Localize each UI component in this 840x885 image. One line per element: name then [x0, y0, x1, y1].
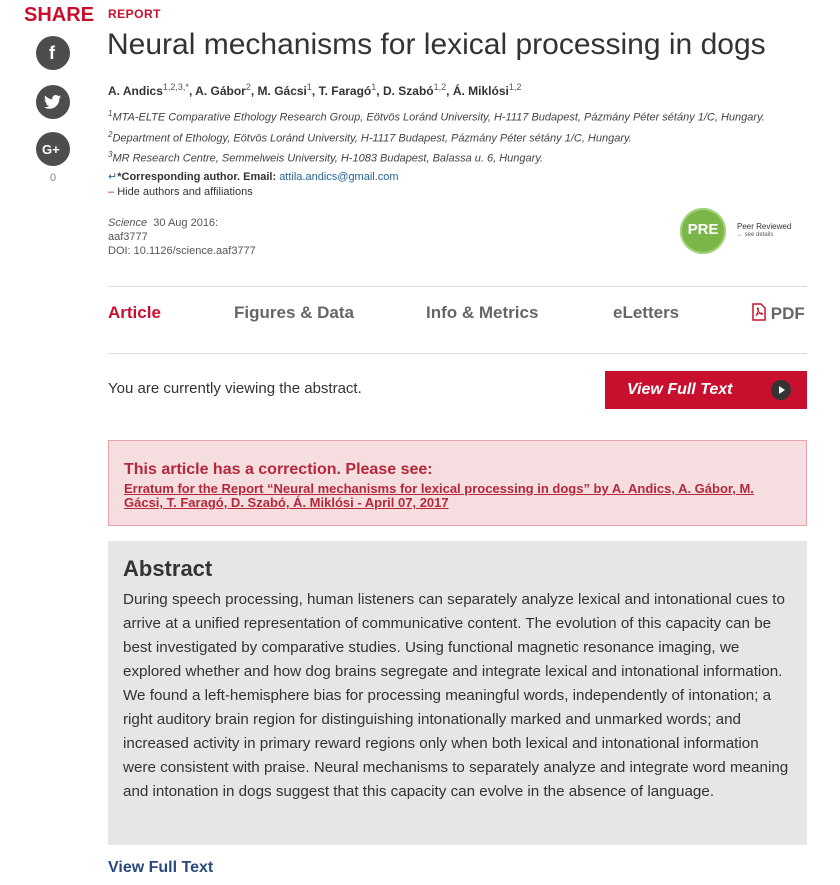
- peer-review-badge-text: PRE: [687, 221, 719, 238]
- author-sup: 1,2,3,*: [162, 82, 189, 92]
- affiliation: 3MR Research Centre, Semmelweis Universi…: [108, 150, 544, 165]
- abstract-heading: Abstract: [123, 556, 213, 581]
- tab-info-metrics[interactable]: Info & Metrics: [426, 303, 538, 323]
- author-sup: 2: [245, 82, 251, 92]
- twitter-icon[interactable]: [36, 85, 70, 119]
- see-details-link[interactable]: ← see details: [737, 232, 773, 238]
- author-list: A. Andics1,2,3,*, A. Gábor2, M. Gácsi1, …: [108, 82, 522, 98]
- peer-reviewed-label: Peer Reviewed: [737, 222, 792, 231]
- author-name[interactable]: D. Szabó: [383, 84, 434, 98]
- author-name[interactable]: T. Faragó: [319, 84, 372, 98]
- facebook-icon[interactable]: f: [36, 36, 70, 70]
- publication-meta: Science 30 Aug 2016: aaf3777 DOI: 10.112…: [108, 216, 256, 258]
- divider: [108, 286, 807, 287]
- affiliation: 1MTA-ELTE Comparative Ethology Research …: [108, 109, 765, 124]
- play-icon: [771, 380, 791, 400]
- author-sup: 1: [371, 82, 377, 92]
- view-full-text-button[interactable]: View Full Text: [605, 371, 807, 409]
- tab-figures-data[interactable]: Figures & Data: [234, 303, 354, 323]
- svg-text:f: f: [49, 44, 56, 62]
- share-title: SHARE: [24, 4, 95, 26]
- author-name[interactable]: Á. Miklósi: [453, 84, 509, 98]
- section-label: REPORT: [108, 7, 162, 21]
- article-id: aaf3777: [108, 231, 148, 243]
- corresponding-author: ↵*Corresponding author. Email: attila.an…: [108, 171, 399, 183]
- doi: DOI: 10.1126/science.aaf3777: [108, 245, 256, 257]
- share-count: 0: [49, 172, 57, 184]
- svg-text:G+: G+: [42, 142, 60, 156]
- affiliation: 2Department of Ethology, Eötvös Loránd U…: [108, 130, 632, 145]
- viewing-notice: You are currently viewing the abstract.: [108, 380, 362, 397]
- author-sup: 1,2: [508, 82, 522, 92]
- author-sup: 1,2: [433, 82, 447, 92]
- author-name[interactable]: A. Andics: [108, 84, 163, 98]
- hide-authors-toggle[interactable]: – Hide authors and affiliations: [108, 186, 253, 198]
- corresponding-email-link[interactable]: attila.andics@gmail.com: [279, 171, 398, 183]
- abstract-body: During speech processing, human listener…: [123, 591, 789, 800]
- tab-pdf[interactable]: PDF: [752, 303, 805, 324]
- divider: [108, 353, 807, 354]
- return-arrow-icon: ↵: [108, 171, 118, 183]
- journal-name: Science: [108, 217, 148, 229]
- correction-title: This article has a correction. Please se…: [124, 461, 433, 478]
- tab-eletters[interactable]: eLetters: [613, 303, 679, 323]
- google-plus-icon[interactable]: G+: [36, 132, 70, 166]
- author-sup: 1: [306, 82, 312, 92]
- pdf-icon: [752, 303, 766, 321]
- view-full-text-link[interactable]: View Full Text: [108, 859, 213, 877]
- minus-icon: –: [108, 186, 115, 198]
- author-name[interactable]: A. Gábor: [195, 84, 246, 98]
- pub-date: 30 Aug 2016:: [153, 217, 219, 229]
- author-name[interactable]: M. Gácsi: [258, 84, 307, 98]
- article-title: Neural mechanisms for lexical processing…: [107, 28, 766, 61]
- erratum-link[interactable]: Erratum for the Report “Neural mechanism…: [124, 482, 794, 510]
- tab-article[interactable]: Article: [108, 303, 161, 323]
